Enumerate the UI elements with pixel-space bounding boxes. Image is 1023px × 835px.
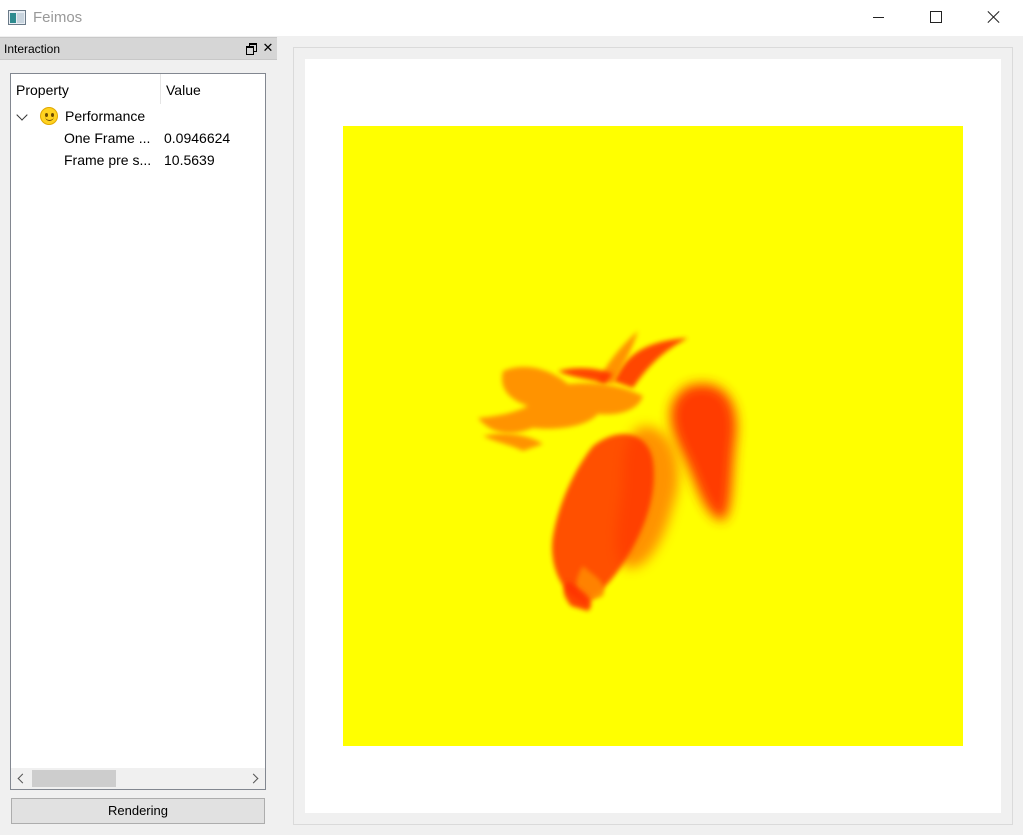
dock-title: Interaction <box>4 42 61 56</box>
app-icon <box>8 10 26 25</box>
property-name: One Frame ... <box>64 130 151 146</box>
tree-row[interactable]: One Frame ... 0.0946624 <box>11 127 265 149</box>
minimize-button[interactable] <box>856 0 902 34</box>
tree-row[interactable]: Frame pre s... 10.5639 <box>11 149 265 171</box>
scroll-right-icon[interactable] <box>245 768 265 789</box>
interaction-dock-header[interactable]: Interaction ✕ <box>0 37 277 60</box>
tree-header: Property Value <box>11 74 265 104</box>
close-dock-icon[interactable]: ✕ <box>262 41 274 55</box>
title-bar: Feimos <box>0 0 1023 36</box>
close-window-button[interactable] <box>970 0 1016 34</box>
column-divider[interactable] <box>160 74 161 104</box>
property-name: Frame pre s... <box>64 152 152 168</box>
float-dock-icon[interactable] <box>246 43 257 55</box>
scroll-left-icon[interactable] <box>11 768 31 789</box>
dragon-render-image <box>478 331 737 611</box>
window-title: Feimos <box>33 9 83 26</box>
property-value: 10.5639 <box>164 152 215 168</box>
tree-group-row[interactable]: Performance <box>11 105 265 127</box>
property-value: 0.0946624 <box>164 130 231 146</box>
scroll-thumb[interactable] <box>32 770 116 787</box>
group-label: Performance <box>65 108 146 124</box>
smiley-icon <box>40 107 58 125</box>
maximize-button[interactable] <box>912 0 958 34</box>
column-header-property[interactable]: Property <box>16 82 69 98</box>
property-tree[interactable]: Property Value Performance One Frame ...… <box>10 73 266 790</box>
rendering-button[interactable]: Rendering <box>11 798 265 824</box>
chevron-down-icon[interactable] <box>16 109 28 121</box>
horizontal-scrollbar[interactable] <box>11 768 265 789</box>
render-canvas[interactable] <box>343 126 963 746</box>
column-header-value[interactable]: Value <box>166 82 201 98</box>
